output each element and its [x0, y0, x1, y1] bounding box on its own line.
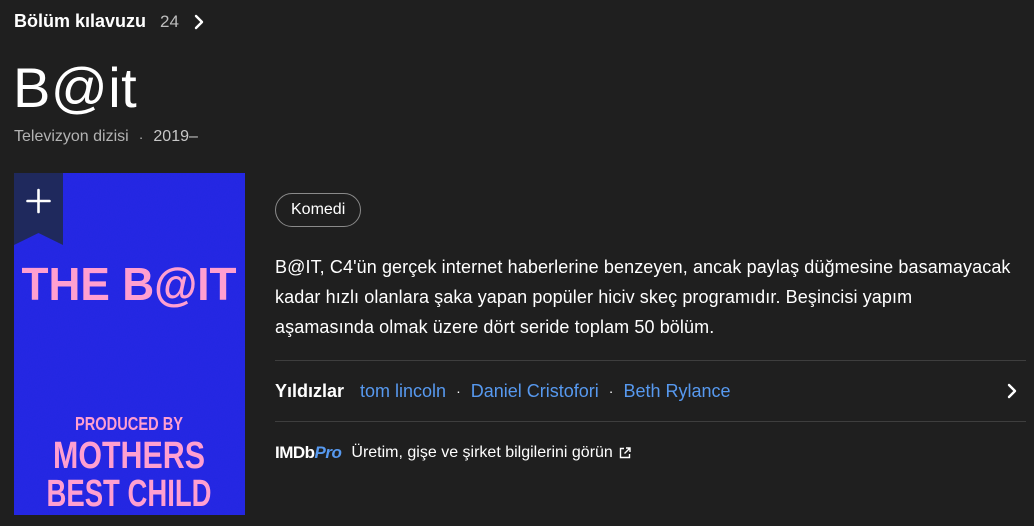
title-page: Bölüm kılavuzu 24 B@it Televizyon dizisi… [0, 0, 1034, 526]
poster-line-3: BEST CHILD [47, 473, 212, 515]
imdbpro-logo-main: IMDb [275, 443, 315, 462]
divider [275, 421, 1026, 422]
title-type: Televizyon dizisi [14, 128, 129, 145]
star-link[interactable]: Beth Rylance [623, 381, 730, 402]
external-link-icon [619, 447, 631, 459]
poster-line-1: PRODUCED BY [75, 414, 183, 434]
meta-separator: · [138, 129, 144, 145]
release-years[interactable]: 2019– [153, 128, 198, 146]
chevron-right-icon [194, 14, 204, 29]
imdbpro-link-text[interactable]: Üretim, gişe ve şirket bilgilerini görün [351, 444, 612, 462]
add-to-watchlist-button[interactable] [14, 173, 63, 245]
title-metadata: Televizyon dizisi · 2019– [14, 128, 198, 146]
star-link[interactable]: tom lincoln [360, 381, 446, 402]
stars-row[interactable]: Yıldızlar tom lincoln · Daniel Cristofor… [275, 374, 1026, 408]
episode-count: 24 [160, 11, 179, 31]
chevron-right-icon[interactable] [1006, 383, 1018, 399]
imdbpro-logo-pro: Pro [314, 443, 342, 462]
poster-line-2: MOTHERS [53, 435, 205, 477]
genre-chip-komedi[interactable]: Komedi [275, 193, 362, 227]
episode-guide-link[interactable]: Bölüm kılavuzu 24 [14, 11, 205, 32]
star-separator: · [456, 383, 461, 399]
stars-label: Yıldızlar [275, 380, 345, 401]
star-separator: · [608, 383, 614, 399]
imdbpro-link[interactable]: IMDbPro Üretim, gişe ve şirket bilgileri… [275, 440, 631, 466]
imdbpro-logo: IMDbPro [275, 443, 342, 463]
episode-guide-label: Bölüm kılavuzu [14, 11, 147, 31]
page-title: B@it [13, 56, 138, 119]
plot-description: B@IT, C4'ün gerçek internet haberlerine … [275, 257, 1011, 337]
divider [275, 360, 1026, 361]
star-link[interactable]: Daniel Cristofori [471, 381, 599, 402]
poster-title-text: THE B@IT [22, 258, 237, 310]
